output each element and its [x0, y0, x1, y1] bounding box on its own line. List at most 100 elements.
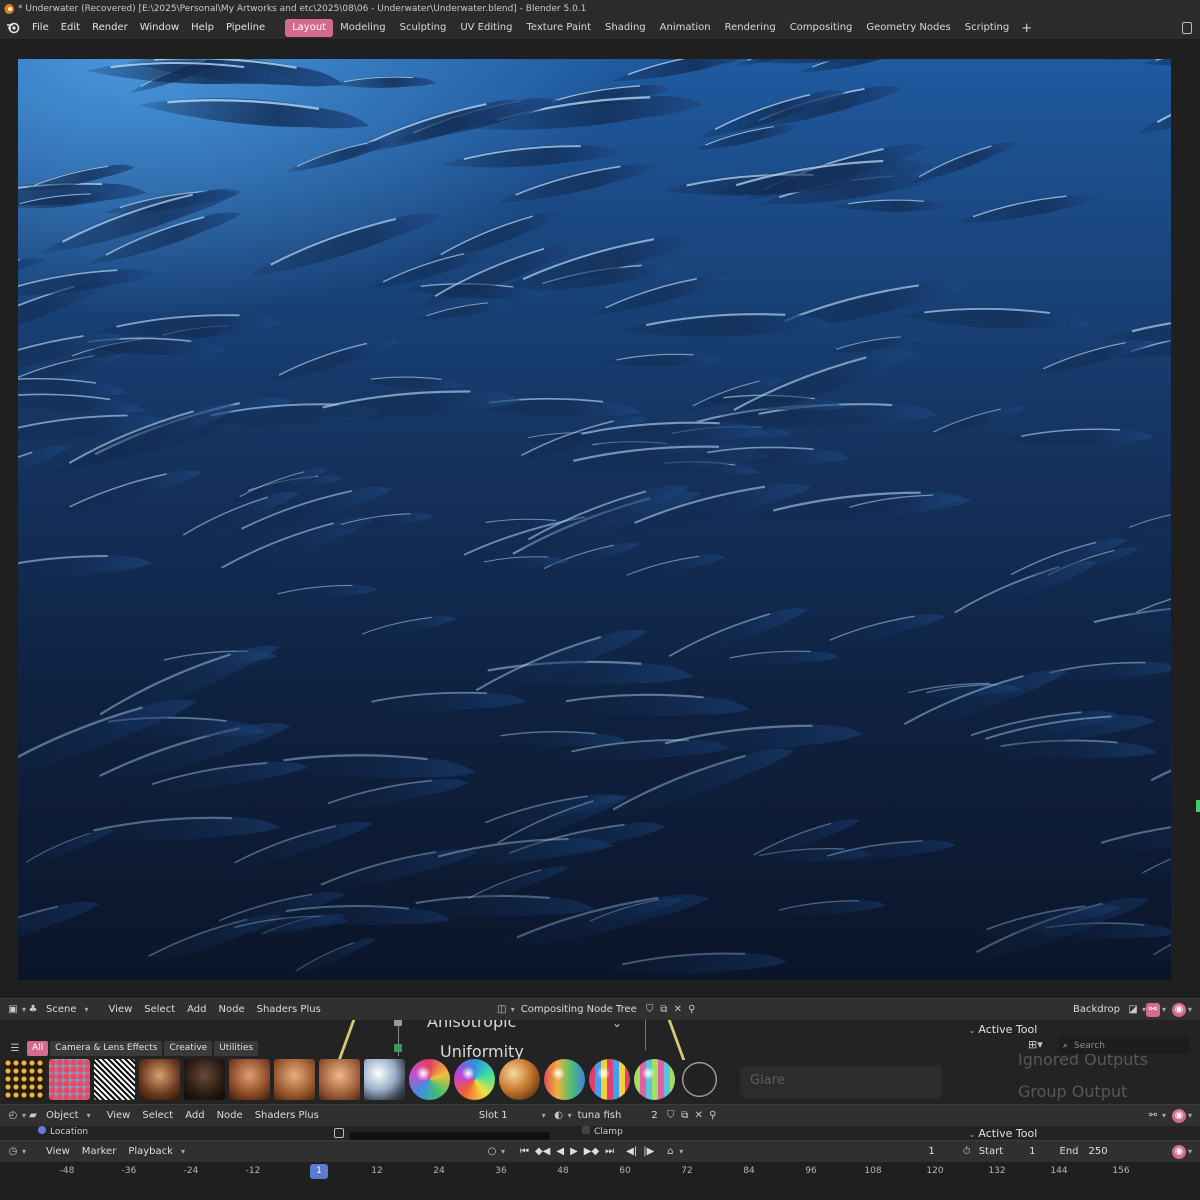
asset-thumbnail[interactable]	[679, 1059, 720, 1100]
tab-compositing[interactable]: Compositing	[783, 19, 860, 37]
stopwatch-icon[interactable]: ⏱	[960, 1145, 974, 1159]
active-tool-panel-header[interactable]: ⌄ Active Tool	[968, 1023, 1037, 1036]
end-frame-field[interactable]: 250	[1084, 1146, 1113, 1157]
menu-render[interactable]: Render	[86, 19, 134, 37]
duplicate-icon[interactable]: ⧉	[657, 1003, 671, 1017]
menu-add[interactable]: Add	[181, 1004, 212, 1015]
asset-thumbnail[interactable]	[544, 1059, 585, 1100]
asset-thumbnail[interactable]	[4, 1059, 45, 1100]
node-tree-selector[interactable]: Compositing Node Tree	[515, 1004, 643, 1015]
fake-user-shield-icon[interactable]: ⛉	[643, 1003, 657, 1017]
material-name[interactable]: tuna fish	[572, 1110, 628, 1121]
close-icon[interactable]: ✕	[671, 1003, 685, 1017]
view-mode-grid-icon[interactable]: ⊞▾	[1028, 1038, 1043, 1051]
menu-shaders-plus[interactable]: Shaders Plus	[249, 1110, 325, 1121]
clamp-checkbox[interactable]: Clamp	[582, 1126, 623, 1137]
node-tree-icon[interactable]: ◫	[495, 1003, 509, 1017]
tab-geometry-nodes[interactable]: Geometry Nodes	[859, 19, 957, 37]
tab-scripting[interactable]: Scripting	[958, 19, 1016, 37]
current-frame-marker[interactable]: 1	[310, 1164, 328, 1179]
timeline-ruler[interactable]: -48 -36 -24 -12 1 12 24 36 48 60 72 84 9…	[0, 1162, 1200, 1200]
glare-node[interactable]: Glare	[740, 1066, 942, 1098]
overlay-icon[interactable]: ◉	[1171, 1144, 1186, 1159]
jump-keyframe-back-icon[interactable]: ◆◀	[532, 1146, 553, 1157]
asset-thumbnail[interactable]	[184, 1059, 225, 1100]
menu-view[interactable]: View	[101, 1110, 137, 1121]
scene-pin-icon[interactable]	[1182, 22, 1192, 34]
tab-animation[interactable]: Animation	[653, 19, 718, 37]
tab-layout[interactable]: Layout	[285, 19, 334, 37]
editor-type-icon[interactable]: ▣	[6, 1003, 20, 1017]
keying-icon[interactable]: ⌂	[663, 1145, 677, 1159]
prev-marker-icon[interactable]: ◀|	[623, 1146, 640, 1157]
menu-pipeline[interactable]: Pipeline	[220, 19, 271, 37]
asset-filter-utilities[interactable]: Utilities	[214, 1041, 259, 1056]
menu-edit[interactable]: Edit	[55, 19, 86, 37]
blender-logo-icon[interactable]	[4, 20, 22, 36]
material-user-count[interactable]: 2	[645, 1110, 663, 1121]
menu-help[interactable]: Help	[185, 19, 220, 37]
record-icon[interactable]: ○	[485, 1145, 499, 1159]
overlay-icon[interactable]: ◉	[1171, 1108, 1186, 1123]
asset-thumbnail[interactable]	[94, 1059, 135, 1100]
menu-view[interactable]: View	[40, 1146, 76, 1157]
snapping-icon[interactable]: ⚯	[1145, 1002, 1160, 1017]
menu-select[interactable]: Select	[138, 1004, 181, 1015]
asset-filter-all[interactable]: All	[27, 1041, 49, 1056]
menu-playback[interactable]: Playback	[122, 1146, 179, 1157]
tab-uv-editing[interactable]: UV Editing	[453, 19, 519, 37]
jump-to-end-icon[interactable]: ⏭	[602, 1146, 617, 1157]
node-field-anisotropic[interactable]: Anisotropic	[427, 1020, 516, 1031]
asset-filter-creative[interactable]: Creative	[164, 1041, 213, 1056]
backdrop-channels-icon[interactable]: ◪	[1126, 1003, 1140, 1017]
pin-icon[interactable]: ⚲	[706, 1109, 720, 1123]
asset-thumbnail[interactable]	[49, 1059, 90, 1100]
menu-window[interactable]: Window	[134, 19, 185, 37]
current-frame-field[interactable]: 1	[923, 1146, 939, 1157]
tab-shading[interactable]: Shading	[598, 19, 653, 37]
asset-thumbnail[interactable]	[634, 1059, 675, 1100]
menu-add[interactable]: Add	[179, 1110, 210, 1121]
jump-to-start-icon[interactable]: ⏮	[517, 1146, 532, 1157]
chevron-down-icon[interactable]: ▾	[87, 1111, 91, 1120]
asset-thumbnail[interactable]	[409, 1059, 450, 1100]
asset-thumbnail[interactable]	[319, 1059, 360, 1100]
fake-user-shield-icon[interactable]: ⛉	[664, 1109, 678, 1123]
asset-thumbnail[interactable]	[499, 1059, 540, 1100]
next-marker-icon[interactable]: |▶	[640, 1146, 657, 1157]
asset-thumbnail[interactable]	[229, 1059, 270, 1100]
play-icon[interactable]: ▶	[567, 1146, 581, 1157]
tab-modeling[interactable]: Modeling	[333, 19, 393, 37]
jump-keyframe-forward-icon[interactable]: ▶◆	[581, 1146, 602, 1157]
editor-type-icon[interactable]: ◴	[6, 1109, 20, 1123]
asset-thumbnail[interactable]	[454, 1059, 495, 1100]
hamburger-menu-icon[interactable]: ☰	[5, 1041, 25, 1055]
asset-filter-camera-lens[interactable]: Camera & Lens Effects	[50, 1041, 163, 1056]
menu-file[interactable]: File	[26, 19, 55, 37]
start-frame-field[interactable]: 1	[1024, 1146, 1040, 1157]
menu-node[interactable]: Node	[213, 1004, 251, 1015]
node-socket[interactable]	[394, 1020, 402, 1026]
material-icon[interactable]: ◐	[552, 1109, 566, 1123]
play-reverse-icon[interactable]: ◀	[553, 1146, 567, 1157]
location-property[interactable]: Location	[38, 1126, 88, 1137]
menu-shaders-plus[interactable]: Shaders Plus	[251, 1004, 327, 1015]
backdrop-toggle[interactable]: Backdrop	[1067, 1004, 1126, 1015]
shader-type-selector[interactable]: Object	[40, 1110, 85, 1121]
tab-sculpting[interactable]: Sculpting	[393, 19, 454, 37]
menu-select[interactable]: Select	[136, 1110, 179, 1121]
active-tool-panel-header[interactable]: ⌄ Active Tool	[968, 1127, 1037, 1140]
menu-node[interactable]: Node	[211, 1110, 249, 1121]
search-input[interactable]: ⌕ Search	[1059, 1037, 1189, 1054]
scene-selector[interactable]: Scene	[40, 1004, 83, 1015]
menu-view[interactable]: View	[103, 1004, 139, 1015]
pin-icon[interactable]: ⚲	[685, 1003, 699, 1017]
asset-thumbnail[interactable]	[589, 1059, 630, 1100]
snapping-icon[interactable]: ⚯	[1146, 1109, 1160, 1123]
node-collapse-icon[interactable]	[334, 1128, 344, 1138]
overlay-icon[interactable]: ◉	[1171, 1002, 1186, 1017]
material-slot-selector[interactable]: Slot 1	[473, 1110, 514, 1121]
node-socket[interactable]	[394, 1044, 402, 1052]
add-workspace-button[interactable]: +	[1016, 21, 1037, 36]
chevron-down-icon[interactable]: ▾	[542, 1111, 546, 1120]
